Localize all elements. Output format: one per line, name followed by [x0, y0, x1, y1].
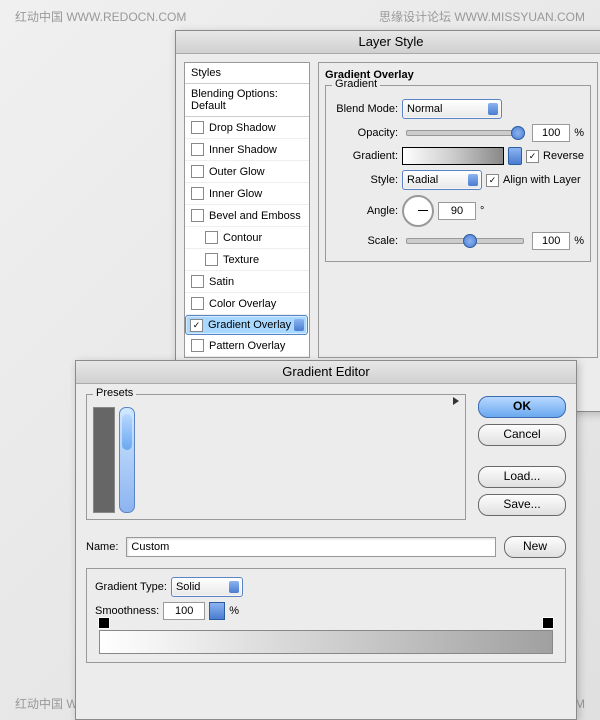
style-checkbox[interactable]: [191, 339, 204, 352]
scale-slider[interactable]: [406, 238, 524, 244]
gradient-editor-title: Gradient Editor: [76, 361, 576, 384]
smoothness-dropdown-icon[interactable]: [209, 602, 225, 620]
style-item-satin[interactable]: Satin: [185, 271, 309, 293]
style-item-outer-glow[interactable]: Outer Glow: [185, 161, 309, 183]
preset-swatch[interactable]: [112, 434, 114, 460]
style-label: Style:: [332, 174, 398, 186]
style-checkbox[interactable]: [205, 253, 218, 266]
style-checkbox[interactable]: [191, 275, 204, 288]
gradient-dropdown-icon[interactable]: [508, 147, 522, 165]
style-checkbox[interactable]: [191, 297, 204, 310]
preset-swatches: [93, 407, 115, 513]
blend-mode-label: Blend Mode:: [332, 103, 398, 115]
layer-style-window: Layer Style Styles Blending Options: Def…: [175, 30, 600, 412]
style-checkbox[interactable]: [205, 231, 218, 244]
style-label: Color Overlay: [209, 298, 276, 310]
ok-button[interactable]: OK: [478, 396, 566, 418]
style-item-pattern-overlay[interactable]: Pattern Overlay: [185, 335, 309, 357]
style-item-drop-shadow[interactable]: Drop Shadow: [185, 117, 309, 139]
angle-suffix: °: [480, 205, 484, 217]
watermark-tl: 红动中国 WWW.REDOCN.COM: [15, 8, 186, 25]
preset-swatch[interactable]: [112, 486, 114, 512]
presets-label: Presets: [93, 387, 136, 399]
style-label: Bevel and Emboss: [209, 210, 301, 222]
smoothness-suffix: %: [229, 605, 239, 617]
style-checkbox[interactable]: [191, 209, 204, 222]
angle-label: Angle:: [332, 205, 398, 217]
style-item-texture[interactable]: Texture: [185, 249, 309, 271]
style-label: Inner Shadow: [209, 144, 277, 156]
opacity-value[interactable]: 100: [532, 124, 570, 142]
smoothness-value[interactable]: 100: [163, 602, 205, 620]
style-item-inner-shadow[interactable]: Inner Shadow: [185, 139, 309, 161]
layer-style-title: Layer Style: [176, 31, 600, 54]
style-item-contour[interactable]: Contour: [185, 227, 309, 249]
styles-header[interactable]: Styles: [185, 63, 309, 84]
opacity-slider[interactable]: [406, 130, 524, 136]
gradient-bar[interactable]: [99, 630, 553, 654]
styles-list: Styles Blending Options: Default Drop Sh…: [184, 62, 310, 358]
gradient-label: Gradient:: [332, 150, 398, 162]
style-item-bevel-and-emboss[interactable]: Bevel and Emboss: [185, 205, 309, 227]
cancel-button[interactable]: Cancel: [478, 424, 566, 446]
new-button[interactable]: New: [504, 536, 566, 558]
style-item-inner-glow[interactable]: Inner Glow: [185, 183, 309, 205]
presets-menu-icon[interactable]: [453, 397, 459, 405]
opacity-label: Opacity:: [332, 127, 398, 139]
smoothness-label: Smoothness:: [95, 605, 159, 617]
gradient-stop-right[interactable]: [542, 617, 554, 629]
angle-value[interactable]: 90: [438, 202, 476, 220]
scale-label: Scale:: [332, 235, 398, 247]
presets-scrollbar[interactable]: [119, 407, 135, 513]
reverse-checkbox[interactable]: [526, 150, 539, 163]
gradient-swatch[interactable]: [402, 147, 504, 165]
style-checkbox[interactable]: [191, 121, 204, 134]
style-label: Gradient Overlay: [208, 319, 291, 331]
name-input[interactable]: Custom: [126, 537, 496, 557]
preset-swatch[interactable]: [112, 408, 114, 434]
gradient-type-label: Gradient Type:: [95, 581, 167, 593]
scale-value[interactable]: 100: [532, 232, 570, 250]
style-item-gradient-overlay[interactable]: Gradient Overlay: [185, 315, 308, 335]
presets-panel: Presets: [86, 394, 466, 520]
load-button[interactable]: Load...: [478, 466, 566, 488]
style-checkbox[interactable]: [190, 319, 203, 332]
gradient-editor-window: Gradient Editor Presets OK Cancel Load..…: [75, 360, 577, 720]
style-label: Drop Shadow: [209, 122, 276, 134]
gradient-fieldset-label: Gradient: [332, 78, 380, 90]
gradient-overlay-panel: Gradient Overlay Gradient Blend Mode: No…: [318, 62, 598, 358]
name-label: Name:: [86, 541, 118, 553]
style-label: Satin: [209, 276, 234, 288]
save-button[interactable]: Save...: [478, 494, 566, 516]
gradient-type-box: Gradient Type: Solid Smoothness: 100 %: [86, 568, 566, 663]
style-label: Contour: [223, 232, 262, 244]
angle-dial[interactable]: [402, 195, 434, 227]
watermark-tr: 思缘设计论坛 WWW.MISSYUAN.COM: [379, 8, 585, 25]
style-label: Inner Glow: [209, 188, 262, 200]
style-select[interactable]: Radial: [402, 170, 482, 190]
gradient-stop-left[interactable]: [98, 617, 110, 629]
gradient-type-select[interactable]: Solid: [171, 577, 243, 597]
preset-swatch[interactable]: [112, 460, 114, 486]
style-checkbox[interactable]: [191, 165, 204, 178]
style-item-color-overlay[interactable]: Color Overlay: [185, 293, 309, 315]
align-label: Align with Layer: [503, 174, 581, 186]
blending-options-header[interactable]: Blending Options: Default: [185, 84, 309, 117]
reverse-label: Reverse: [543, 150, 584, 162]
style-checkbox[interactable]: [191, 143, 204, 156]
blend-mode-select[interactable]: Normal: [402, 99, 502, 119]
style-checkbox[interactable]: [191, 187, 204, 200]
style-label: Pattern Overlay: [209, 340, 285, 352]
scale-suffix: %: [574, 235, 584, 247]
opacity-suffix: %: [574, 127, 584, 139]
style-label: Outer Glow: [209, 166, 265, 178]
align-checkbox[interactable]: [486, 174, 499, 187]
style-label: Texture: [223, 254, 259, 266]
